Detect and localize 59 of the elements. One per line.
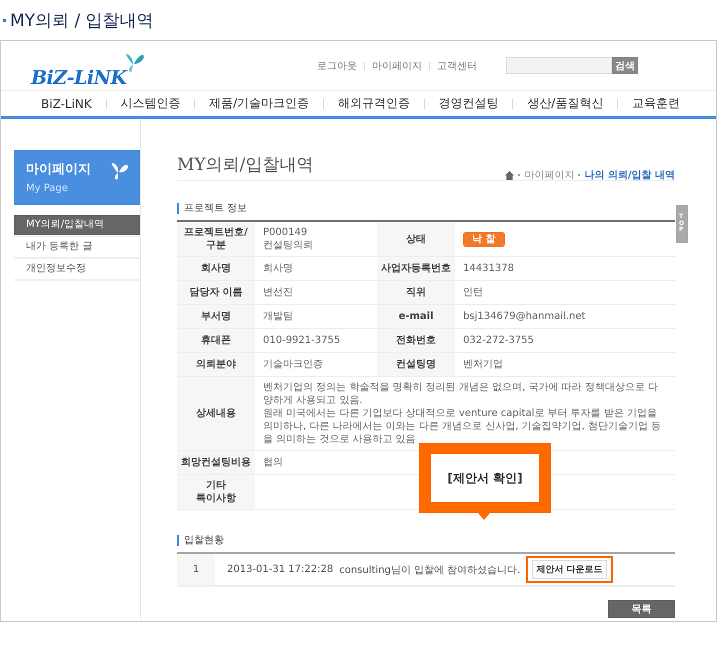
bid-datetime: 2013-01-31 17:22:28 (227, 564, 334, 575)
header-link[interactable]: 로그아웃 (310, 58, 364, 72)
sidebar-item[interactable]: MY의뢰/입찰내역 (14, 215, 140, 237)
sidebar-subtitle: My Page (26, 183, 69, 194)
field-value: 032-272-3755 (463, 335, 534, 346)
search-button[interactable]: 검색 (612, 57, 638, 74)
field-label: 의뢰분야 (177, 352, 255, 376)
field-value: 개발팀 (263, 311, 293, 322)
row-number: 1 (192, 564, 200, 575)
field-value: 14431378 (463, 263, 514, 274)
field-label: 사업자등록번호 (377, 256, 456, 280)
field-label: 담당자 이름 (177, 280, 255, 304)
nav-item[interactable]: 해외규격인증 (338, 95, 410, 112)
header-link[interactable]: 고객센터 (430, 58, 484, 72)
field-label: 전화번호 (377, 328, 456, 352)
field-value: 인턴 (463, 287, 484, 298)
bullet-icon (3, 18, 6, 22)
nav-item[interactable]: 시스템인증 (120, 95, 180, 112)
field-value: 변선진 (263, 287, 293, 298)
list-button[interactable]: 목록 (608, 600, 675, 618)
field-label: 기타 특이사항 (177, 474, 255, 510)
field-value: 벤처기업의 정의는 학술적을 명확히 정리된 개념은 없으며, 국가에 따라 정책대상으로 다양하게 사용되고 있음. 원래 미국에서는 다른 기업보다 상대적으로 venture capital로 부터 투자를 받은 기업을 의미하나, 다른 나라에서는 이와는 다른 개념으로 신사업, 기술집약기업, 첨단기술기업 등을 의미하는 것으로 사용하고 있음 (263, 382, 662, 445)
nav-item[interactable]: 경영컨설팅 (438, 95, 499, 112)
field-label: 상태 (377, 221, 456, 256)
field-value: P000149 컨설팅의뢰 (263, 227, 313, 251)
sidebar-item[interactable]: 개인정보수정 (14, 259, 140, 281)
sidebar-title: 마이페이지 (26, 161, 91, 178)
breadcrumb-link[interactable]: 마이페이지 (524, 168, 574, 182)
field-value: 회사명 (263, 263, 293, 274)
field-label: 회사명 (177, 256, 255, 280)
breadcrumb-link[interactable]: 나의 의뢰/입찰 내역 (584, 168, 675, 182)
search-field[interactable] (506, 57, 612, 74)
field-value: 기술마크인증 (263, 359, 323, 370)
sidebar-item[interactable]: 내가 등록한 글 (14, 237, 140, 259)
field-value: 벤처기업 (463, 359, 504, 370)
field-label: 상세내용 (177, 376, 255, 450)
field-label: 희망컨설팅비용 (177, 450, 255, 474)
section-heading: 입찰현황 (177, 535, 675, 546)
field-label: 휴대폰 (177, 328, 255, 352)
download-button[interactable]: 제안서 다운로드 (532, 560, 607, 579)
status-badge: 낙 찰 (463, 232, 505, 246)
callout-text: [제안서 확인] (431, 454, 539, 502)
home-icon[interactable] (505, 170, 514, 180)
field-label: e-mail (377, 304, 456, 328)
nav-item[interactable]: BiZ-LiNK (41, 96, 92, 110)
field-value: 010-9921-3755 (263, 335, 340, 346)
nav-item[interactable]: 제품/기술마크인증 (209, 95, 310, 112)
nav-item[interactable]: 생산/품질혁신 (527, 95, 604, 112)
nav-item[interactable]: 교육훈련 (632, 95, 680, 112)
logo[interactable]: BiZ-LiNK (31, 42, 146, 88)
field-value: bsj134679@hanmail.net (463, 311, 586, 322)
field-label: 프로젝트번호/ 구분 (177, 221, 255, 256)
field-label: 부서명 (177, 304, 255, 328)
header-link[interactable]: 마이페이지 (365, 58, 429, 72)
field-value: 협의 (263, 457, 283, 468)
field-label: 컨설팅명 (377, 352, 456, 376)
bid-message: consulting님이 입찰에 참여하셨습니다. (339, 564, 520, 576)
field-label: 직위 (377, 280, 456, 304)
page-title: MY의뢰 / 입찰내역 (10, 10, 154, 32)
